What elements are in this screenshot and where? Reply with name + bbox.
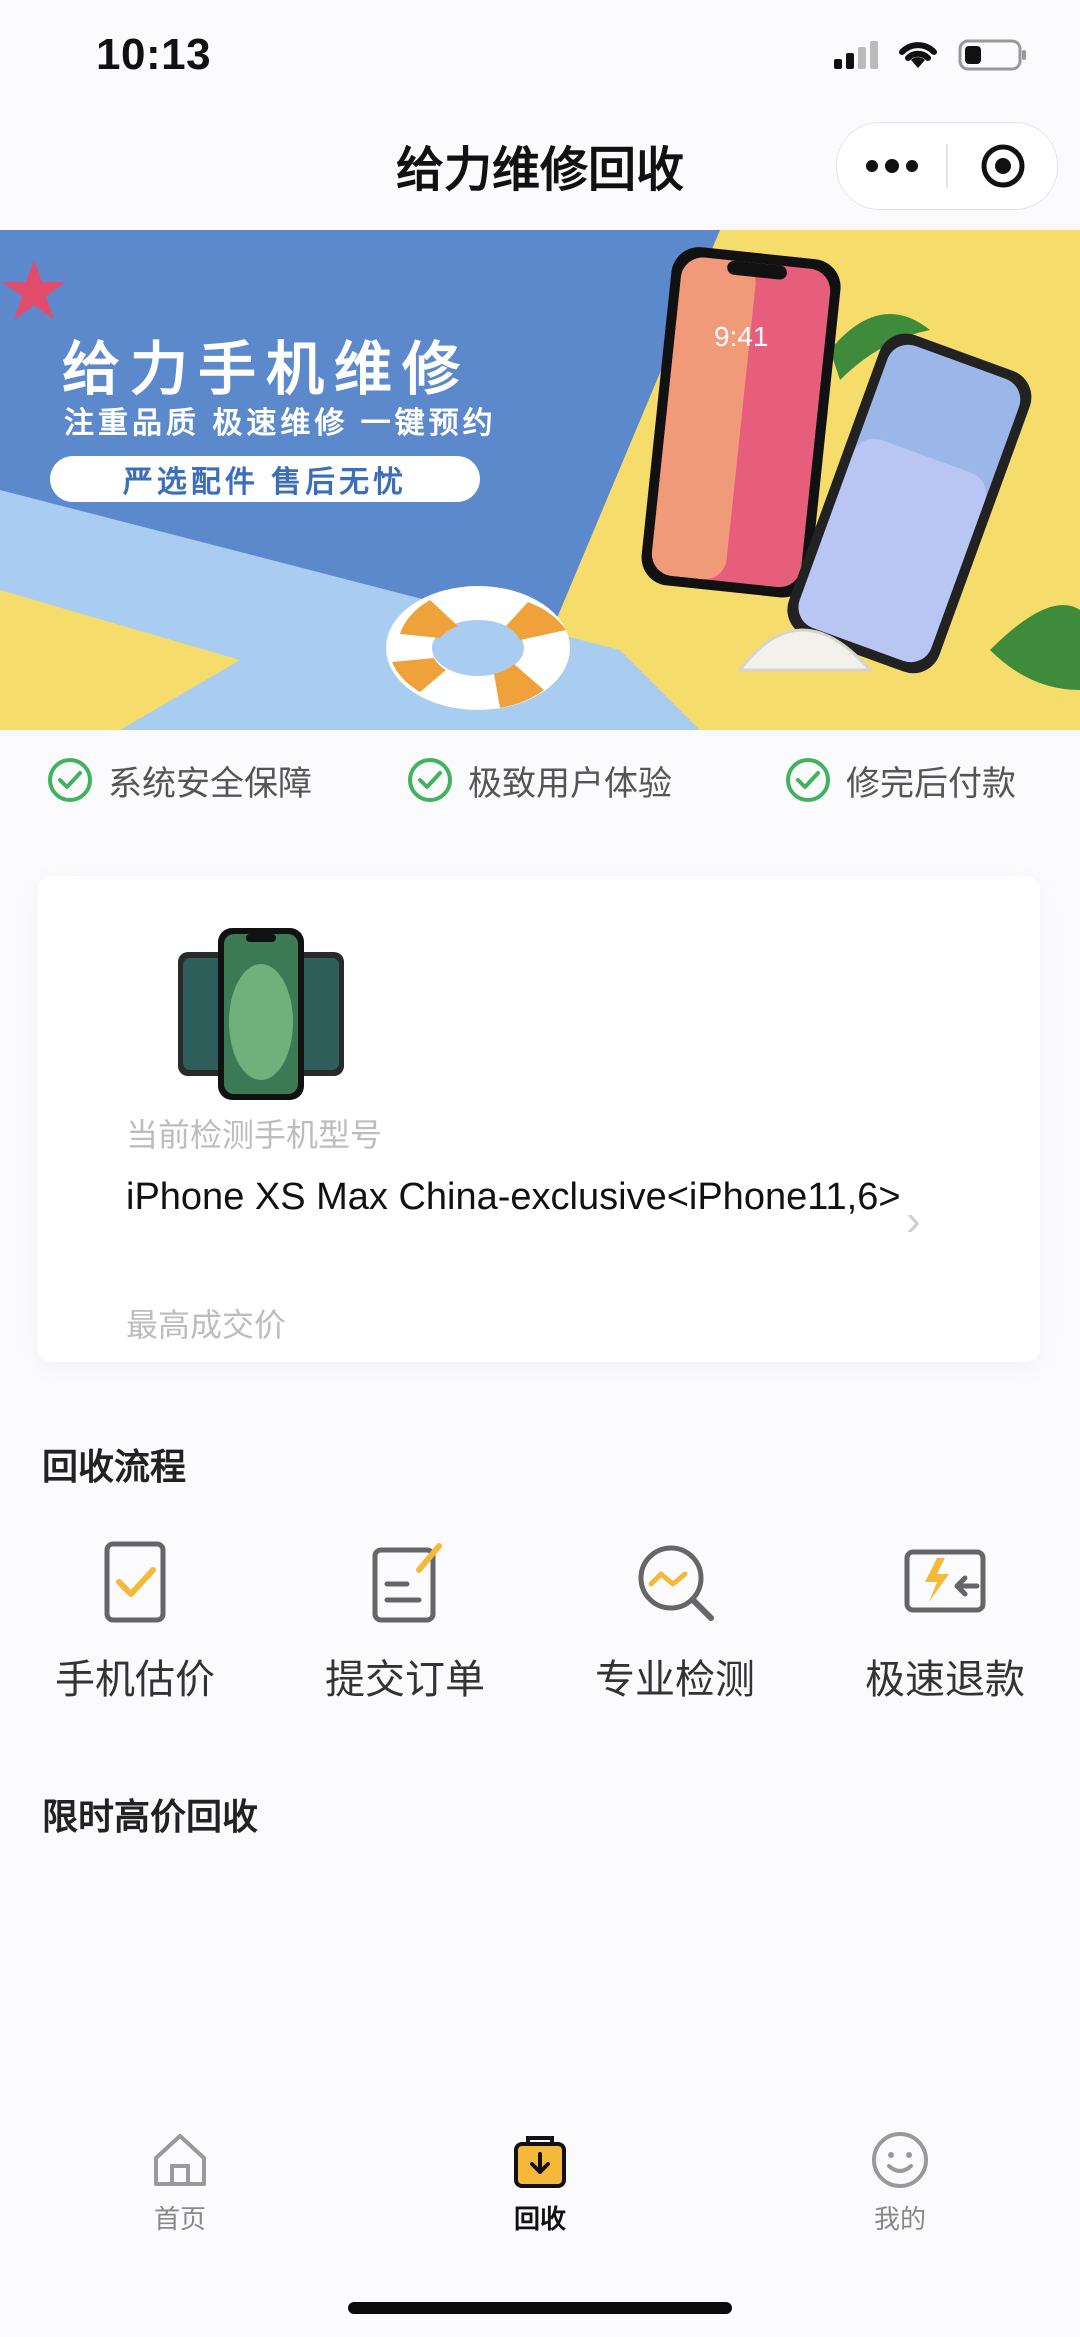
more-dots-icon [865,159,918,173]
target-circle-icon [981,144,1024,188]
device-image [178,928,344,1100]
step-label: 专业检测 [595,1658,755,1702]
home-icon [154,2134,206,2186]
inspect-magnifier-icon [638,1545,714,1621]
banner-subtitle: 注重品质 极速维修 一键预约 [64,407,497,440]
price-label: 最高成交价 [126,1307,287,1343]
phone-time: 9:41 [714,321,769,352]
check-circle-icon [408,758,452,802]
chevron-right-icon[interactable]: › [906,1196,921,1246]
banner-pill: 严选配件 售后无忧 [50,456,480,502]
step-item[interactable]: 专业检测 [540,1540,810,1705]
fast-refund-icon [904,1549,986,1613]
feature-item: 系统安全保障 [46,756,312,805]
check-circle-icon [786,758,830,802]
feature-strip: 系统安全保障 极致用户体验 修完后付款 [0,740,1080,820]
step-item[interactable]: 提交订单 [270,1540,540,1705]
step-label: 提交订单 [325,1658,485,1702]
smiley-icon [872,2132,928,2188]
limited-title: 限时高价回收 [42,1796,259,1837]
process-title: 回收流程 [42,1446,187,1487]
check-circle-icon [48,758,92,802]
edit-form-icon [372,1543,442,1623]
step-item[interactable]: 手机估价 [0,1540,270,1705]
banner[interactable]: 9:41 给力手机维修 注重品质 极速维修 一键预约 严选配件 售后无忧 [0,230,1080,730]
feature-label: 系统安全保障 [108,764,312,803]
close-button[interactable] [948,123,1057,209]
device-model: iPhone XS Max China-exclusive<iPhone11,6… [126,1176,901,1218]
feature-item: 极致用户体验 [406,756,672,805]
step-item[interactable]: 极速退款 [810,1540,1080,1705]
more-button[interactable] [837,123,946,209]
wifi-icon [899,42,937,68]
status-icons [832,38,1028,72]
phone-check-icon [104,1541,166,1623]
battery-icon [958,39,1026,71]
tab-label: 我的 [873,2204,926,2234]
tab-label: 回收 [513,2204,566,2234]
device-label: 当前检测手机型号 [126,1117,383,1153]
tab-recycle[interactable]: 回收 [440,2130,640,2236]
signal-icon [834,41,878,69]
banner-title: 给力手机维修 [62,337,471,402]
tab-label: 首页 [153,2204,206,2234]
step-label: 手机估价 [55,1658,215,1702]
feature-label: 修完后付款 [846,764,1016,803]
life-ring-icon [386,586,570,710]
feature-label: 极致用户体验 [468,764,672,803]
step-label: 极速退款 [865,1658,1025,1702]
mini-program-capsule [836,122,1058,210]
tab-home[interactable]: 首页 [80,2130,280,2236]
process-steps: 手机估价 提交订单 专业检测 极速退款 [0,1540,1080,1720]
feature-item: 修完后付款 [784,756,1016,805]
status-time: 10:13 [96,30,212,79]
recycle-bag-icon [514,2136,566,2188]
tab-mine[interactable]: 我的 [800,2130,1000,2236]
home-indicator [348,2302,732,2314]
